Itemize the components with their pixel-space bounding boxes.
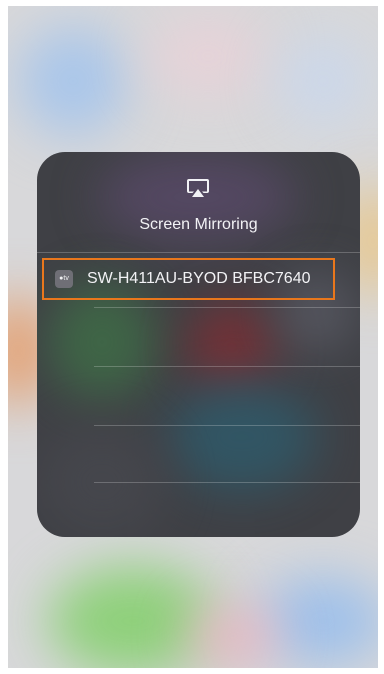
divider bbox=[94, 307, 360, 308]
divider bbox=[94, 366, 360, 367]
panel-blur bbox=[37, 422, 167, 537]
panel-title: Screen Mirroring bbox=[139, 216, 258, 233]
background-blur bbox=[48, 566, 218, 668]
background-blur bbox=[278, 36, 368, 126]
panel-blur bbox=[47, 282, 157, 402]
divider bbox=[94, 482, 360, 483]
airplay-icon bbox=[187, 179, 209, 197]
background-blur bbox=[188, 606, 278, 666]
divider bbox=[94, 425, 360, 426]
screen-mirroring-panel: Screen Mirroring ●tv SW-H411AU-BYOD BFBC… bbox=[37, 152, 360, 537]
background-blur bbox=[148, 16, 268, 96]
divider bbox=[37, 252, 360, 253]
background-blur bbox=[18, 26, 128, 136]
ios-screen: Screen Mirroring ●tv SW-H411AU-BYOD BFBC… bbox=[8, 6, 378, 668]
panel-blur bbox=[167, 382, 317, 492]
device-item-apple-tv[interactable]: ●tv SW-H411AU-BYOD BFBC7640 bbox=[42, 258, 335, 300]
apple-tv-icon: ●tv bbox=[55, 270, 73, 288]
panel-blur bbox=[187, 302, 277, 392]
device-name: SW-H411AU-BYOD BFBC7640 bbox=[87, 270, 311, 287]
background-blur bbox=[258, 576, 378, 666]
